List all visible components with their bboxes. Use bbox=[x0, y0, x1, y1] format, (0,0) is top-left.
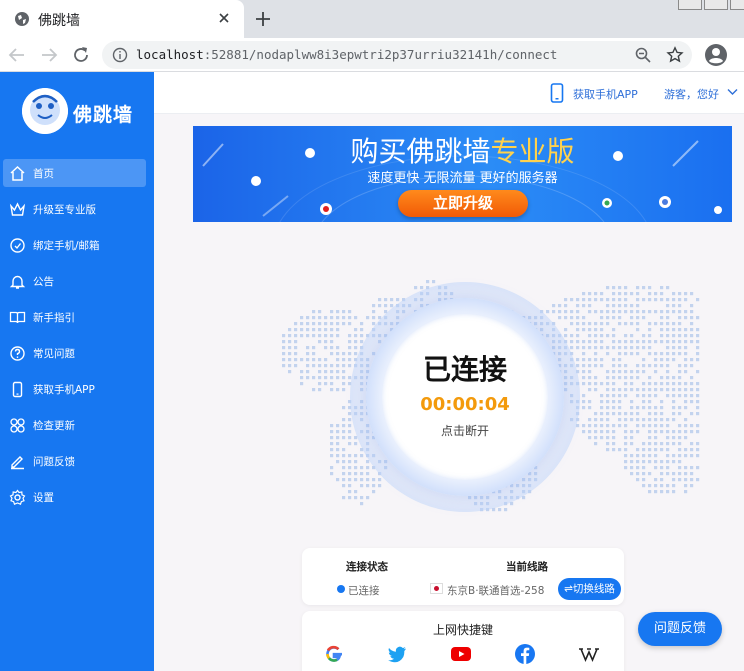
status-dot bbox=[337, 585, 345, 593]
sidebar-item-feedback[interactable]: 问题反馈 bbox=[3, 447, 146, 475]
facebook-icon[interactable] bbox=[514, 643, 536, 665]
sidebar-item-label: 绑定手机/邮箱 bbox=[33, 240, 100, 252]
shortcuts-card: 上网快捷键 bbox=[302, 611, 624, 671]
switch-line-button[interactable]: ⇌切换线路 bbox=[558, 578, 621, 600]
question-icon bbox=[10, 346, 25, 361]
edit-icon bbox=[11, 456, 24, 470]
main-content: 购买佛跳墙专业版 速度更快 无限流量 更好的服务器 立即升级 已连接 00:00… bbox=[154, 114, 744, 671]
upgrade-banner[interactable]: 购买佛跳墙专业版 速度更快 无限流量 更好的服务器 立即升级 bbox=[193, 126, 732, 222]
chevron-down-icon[interactable] bbox=[727, 88, 738, 96]
get-app-link[interactable]: 获取手机APP bbox=[573, 86, 638, 102]
bell-icon bbox=[9, 275, 26, 289]
sidebar-item-check-update[interactable]: 检查更新 bbox=[3, 411, 146, 439]
browser-tab[interactable]: 佛跳墙 bbox=[0, 0, 244, 38]
sidebar-item-label: 设置 bbox=[33, 492, 54, 504]
feedback-button[interactable]: 问题反馈 bbox=[638, 612, 722, 646]
sidebar-item-home[interactable]: 首页 bbox=[3, 159, 146, 187]
sidebar-item-settings[interactable]: 设置 bbox=[3, 483, 146, 511]
logo-icon bbox=[22, 88, 68, 134]
sidebar-item-label: 常见问题 bbox=[33, 348, 75, 360]
twitter-icon[interactable] bbox=[386, 643, 408, 665]
reload-icon[interactable] bbox=[70, 44, 92, 66]
connect-button[interactable]: 已连接 00:00:04 点击断开 bbox=[382, 314, 548, 480]
url-text: localhost:52881/nodaplww8i3epwtri2p37urr… bbox=[136, 47, 558, 62]
crown-icon bbox=[9, 202, 26, 216]
sidebar-item-mobile-app[interactable]: 获取手机APP bbox=[3, 375, 146, 403]
sidebar-item-label: 首页 bbox=[33, 168, 54, 180]
bind-icon bbox=[10, 238, 25, 253]
browser-toolbar: localhost:52881/nodaplww8i3epwtri2p37urr… bbox=[0, 38, 744, 72]
status-label: 连接状态 bbox=[346, 561, 388, 573]
close-icon[interactable] bbox=[214, 8, 234, 28]
status-value: 已连接 bbox=[348, 585, 380, 597]
google-icon[interactable] bbox=[323, 643, 345, 665]
wikipedia-icon[interactable] bbox=[578, 643, 600, 665]
sidebar-item-guide[interactable]: 新手指引 bbox=[3, 303, 146, 331]
forward-icon[interactable] bbox=[38, 44, 60, 66]
shortcuts-title: 上网快捷键 bbox=[432, 623, 493, 637]
sidebar: 佛跳墙 首页 升级至专业版 绑定手机/邮箱 公告 新手指引 常见问题 获取手机A… bbox=[0, 72, 154, 671]
tab-title: 佛跳墙 bbox=[38, 13, 80, 29]
profile-avatar-icon[interactable] bbox=[704, 43, 728, 67]
sidebar-item-faq[interactable]: 常见问题 bbox=[3, 339, 146, 367]
disconnect-hint: 点击断开 bbox=[440, 424, 489, 438]
user-menu[interactable]: 游客，您好 bbox=[664, 86, 719, 102]
star-icon[interactable] bbox=[666, 46, 684, 64]
sidebar-item-label: 获取手机APP bbox=[33, 384, 95, 396]
sidebar-item-label: 新手指引 bbox=[33, 312, 75, 324]
japan-flag-icon bbox=[430, 583, 443, 594]
sidebar-item-label: 问题反馈 bbox=[33, 456, 75, 468]
window-close-button[interactable] bbox=[730, 0, 744, 10]
app-header: 获取手机APP 游客，您好 bbox=[154, 72, 744, 114]
book-icon bbox=[9, 311, 26, 324]
sidebar-item-label: 检查更新 bbox=[33, 420, 75, 432]
line-value: 东京B·联通首选-258 bbox=[447, 585, 545, 597]
home-icon bbox=[10, 165, 25, 181]
sidebar-item-upgrade[interactable]: 升级至专业版 bbox=[3, 195, 146, 223]
sidebar-item-notice[interactable]: 公告 bbox=[3, 267, 146, 295]
browser-tabstrip: 佛跳墙 bbox=[0, 0, 744, 38]
maximize-button[interactable] bbox=[704, 0, 728, 10]
address-bar[interactable]: localhost:52881/nodaplww8i3epwtri2p37urr… bbox=[102, 41, 692, 69]
brand-name: 佛跳墙 bbox=[73, 104, 134, 126]
sidebar-item-bind[interactable]: 绑定手机/邮箱 bbox=[3, 231, 146, 259]
youtube-icon[interactable] bbox=[450, 643, 472, 665]
line-label: 当前线路 bbox=[506, 561, 548, 573]
info-icon[interactable] bbox=[112, 47, 128, 63]
phone-icon[interactable] bbox=[550, 83, 564, 103]
grid-icon bbox=[10, 418, 25, 433]
banner-title: 购买佛跳墙专业版 bbox=[350, 135, 575, 168]
minimize-button[interactable] bbox=[678, 0, 702, 10]
gear-icon bbox=[9, 489, 26, 505]
zoom-icon[interactable] bbox=[634, 46, 652, 64]
upgrade-now-button[interactable]: 立即升级 bbox=[398, 190, 528, 217]
banner-subtitle: 速度更快 无限流量 更好的服务器 bbox=[367, 171, 558, 186]
connection-timer: 00:00:04 bbox=[420, 394, 510, 415]
back-icon[interactable] bbox=[6, 44, 28, 66]
sidebar-item-label: 公告 bbox=[33, 276, 54, 288]
globe-icon bbox=[15, 12, 29, 26]
connection-status: 已连接 bbox=[422, 353, 507, 386]
new-tab-icon[interactable] bbox=[252, 8, 274, 30]
connection-info-card: 连接状态 当前线路 已连接 东京B·联通首选-258 ⇌切换线路 bbox=[302, 548, 624, 605]
sidebar-item-label: 升级至专业版 bbox=[33, 204, 96, 216]
phone-icon bbox=[12, 381, 23, 398]
